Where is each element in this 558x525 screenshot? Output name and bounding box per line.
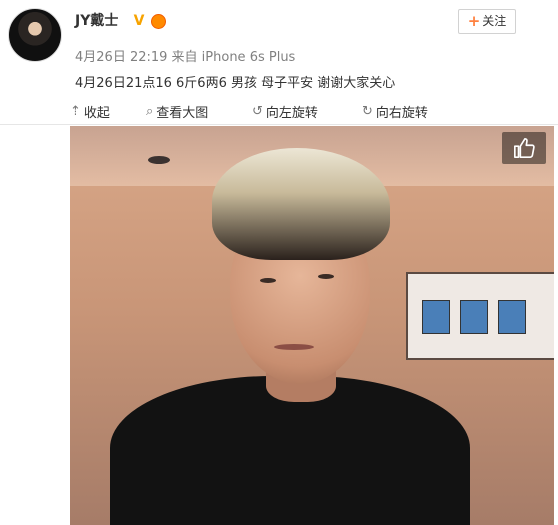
rotate-left-label: 向左旋转 bbox=[265, 106, 318, 121]
view-large-button[interactable]: ⌕ 查看大图 bbox=[146, 102, 208, 121]
avatar[interactable] bbox=[8, 8, 62, 62]
weibo-post: JY戴士 V + 关注 4月26日 22:19 来自 iPhone 6s Plu… bbox=[0, 0, 558, 525]
follow-button[interactable]: + 关注 bbox=[458, 9, 516, 34]
eye bbox=[260, 278, 276, 283]
rotate-left-button[interactable]: ↺ 向左旋转 bbox=[252, 102, 318, 121]
wall-picture-frame bbox=[406, 272, 554, 360]
rotate-right-label: 向右旋转 bbox=[375, 106, 428, 121]
magnifier-icon: ⌕ bbox=[146, 104, 154, 119]
follow-label: 关注 bbox=[482, 14, 507, 28]
eye bbox=[318, 274, 334, 279]
thumbs-up-icon bbox=[514, 138, 535, 158]
member-crown-icon bbox=[151, 14, 166, 29]
like-button[interactable] bbox=[502, 132, 546, 164]
post-text: 4月26日21点16 6斤6两6 男孩 母子平安 谢谢大家关心 bbox=[75, 76, 396, 91]
plus-icon: + bbox=[467, 12, 481, 30]
mouth bbox=[274, 344, 314, 350]
arrow-up-icon: ⇡ bbox=[70, 104, 81, 119]
ceiling-lamp bbox=[148, 156, 170, 164]
user-name[interactable]: JY戴士 bbox=[75, 10, 118, 30]
verified-badge-icon: V bbox=[133, 13, 145, 29]
rotate-right-icon: ↻ bbox=[362, 104, 373, 119]
rotate-left-icon: ↺ bbox=[252, 104, 263, 119]
view-large-label: 查看大图 bbox=[156, 106, 209, 121]
picture-panel bbox=[498, 300, 526, 334]
image-toolbar: ⇡ 收起 ⌕ 查看大图 ↺ 向左旋转 ↻ 向右旋转 bbox=[0, 96, 558, 125]
picture-panel bbox=[422, 300, 450, 334]
post-meta: 4月26日 22:19 来自 iPhone 6s Plus bbox=[75, 50, 296, 65]
post-photo[interactable] bbox=[70, 126, 554, 525]
picture-panel bbox=[460, 300, 488, 334]
collapse-button[interactable]: ⇡ 收起 bbox=[70, 102, 110, 121]
rotate-right-button[interactable]: ↻ 向右旋转 bbox=[362, 102, 428, 121]
collapse-label: 收起 bbox=[83, 106, 110, 121]
hair bbox=[212, 148, 390, 260]
